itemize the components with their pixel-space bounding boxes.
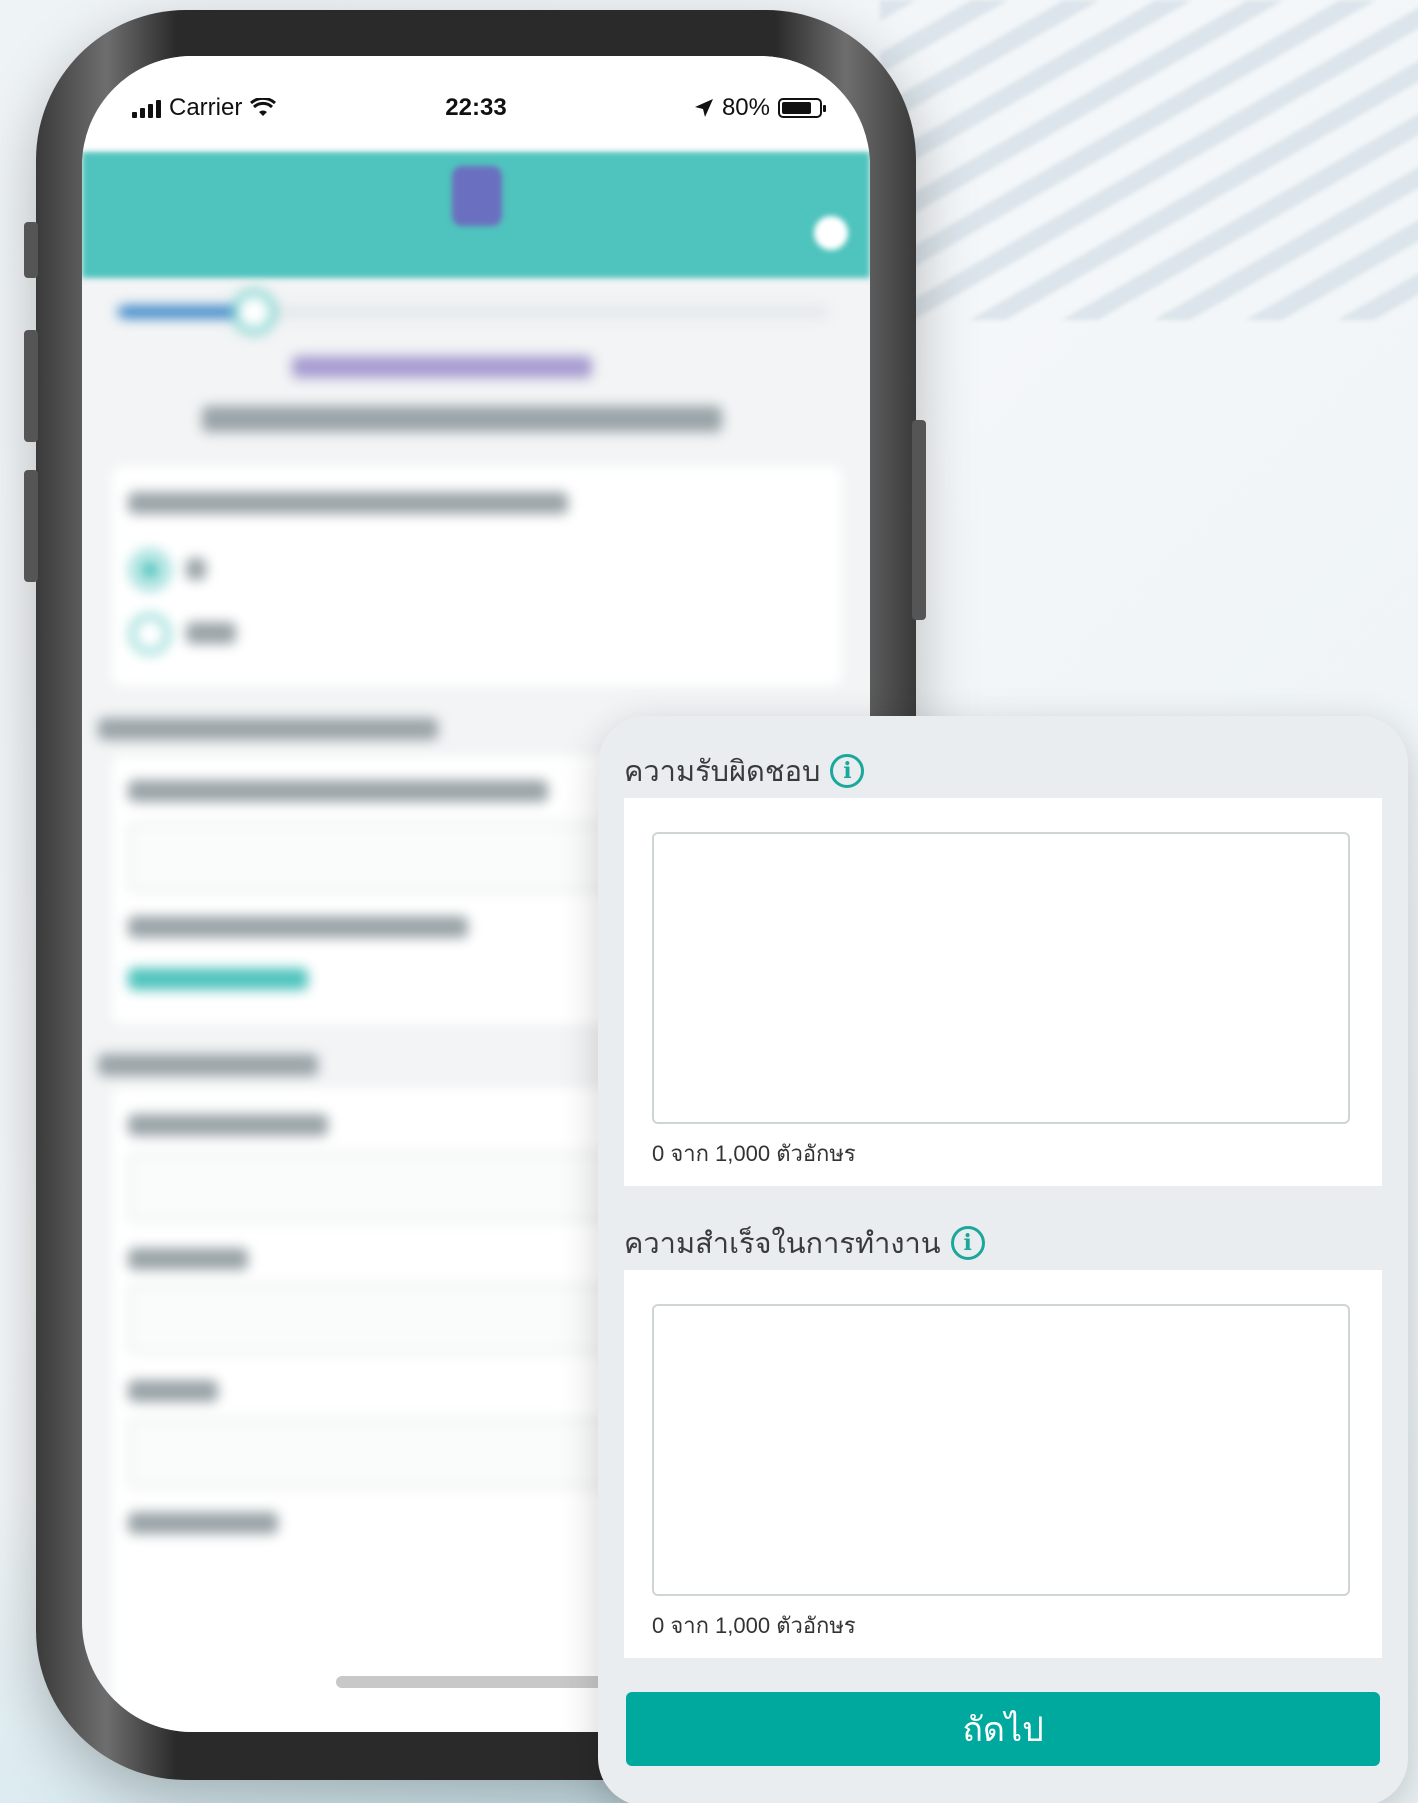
info-icon[interactable]: i (830, 754, 865, 788)
blurred-field-label-2 (128, 916, 468, 938)
blurred-subheading (202, 406, 722, 432)
responsibility-label-row: ความรับผิดชอบ i (624, 748, 865, 794)
blurred-add-job-link (128, 968, 308, 990)
progress-knob (232, 290, 276, 334)
info-icon[interactable]: i (950, 1226, 985, 1260)
battery-icon (778, 98, 826, 118)
responsibility-textarea[interactable] (652, 832, 1350, 1124)
blurred-radio-yes-label (186, 558, 206, 580)
form-panel: ความรับผิดชอบ i 0 จาก 1,000 ตัวอักษร ควา… (598, 716, 1408, 1803)
location-arrow-icon (694, 99, 713, 117)
battery-level (782, 102, 811, 114)
achievements-label: ความสำเร็จในการทำงาน (624, 1228, 941, 1260)
background-decoration (880, 0, 1418, 320)
responsibility-label: ความรับผิดชอบ (624, 756, 821, 788)
app-header (82, 152, 870, 278)
blurred-radio-no (130, 614, 170, 654)
achievements-textarea[interactable] (652, 1304, 1350, 1596)
app-logo-icon (452, 166, 502, 226)
blurred-field-label-4 (128, 1248, 248, 1270)
achievements-char-counter: 0 จาก 1,000 ตัวอักษร (652, 1613, 856, 1638)
blurred-heading (292, 356, 592, 378)
blurred-question (128, 492, 568, 514)
battery-percent: 80% (721, 94, 770, 121)
blurred-field-label (128, 780, 548, 802)
achievements-card: 0 จาก 1,000 ตัวอักษร (624, 1270, 1382, 1658)
status-bar: Carrier 22:33 80% (82, 56, 870, 152)
phone-power-button (912, 420, 926, 620)
blurred-field-label-5 (128, 1380, 218, 1402)
blurred-radio-yes (130, 550, 170, 590)
header-badge-icon (814, 216, 848, 250)
responsibility-char-counter: 0 จาก 1,000 ตัวอักษร (652, 1141, 856, 1166)
blurred-question-card (112, 466, 842, 686)
responsibility-card: 0 จาก 1,000 ตัวอักษร (624, 798, 1382, 1186)
blurred-section-title (98, 718, 438, 740)
status-right: 80% (694, 94, 826, 122)
blurred-field-label-3 (128, 1114, 328, 1136)
phone-mute-switch (24, 222, 38, 278)
phone-volume-up (24, 330, 38, 442)
progress-fill (118, 306, 238, 318)
blurred-field-label-6 (128, 1512, 278, 1534)
next-button[interactable]: ถัดไป (626, 1692, 1380, 1766)
home-indicator (336, 1676, 616, 1688)
phone-volume-down (24, 470, 38, 582)
blurred-radio-no-label (186, 622, 236, 644)
blurred-section-title-2 (98, 1054, 318, 1076)
achievements-label-row: ความสำเร็จในการทำงาน i (624, 1220, 985, 1266)
